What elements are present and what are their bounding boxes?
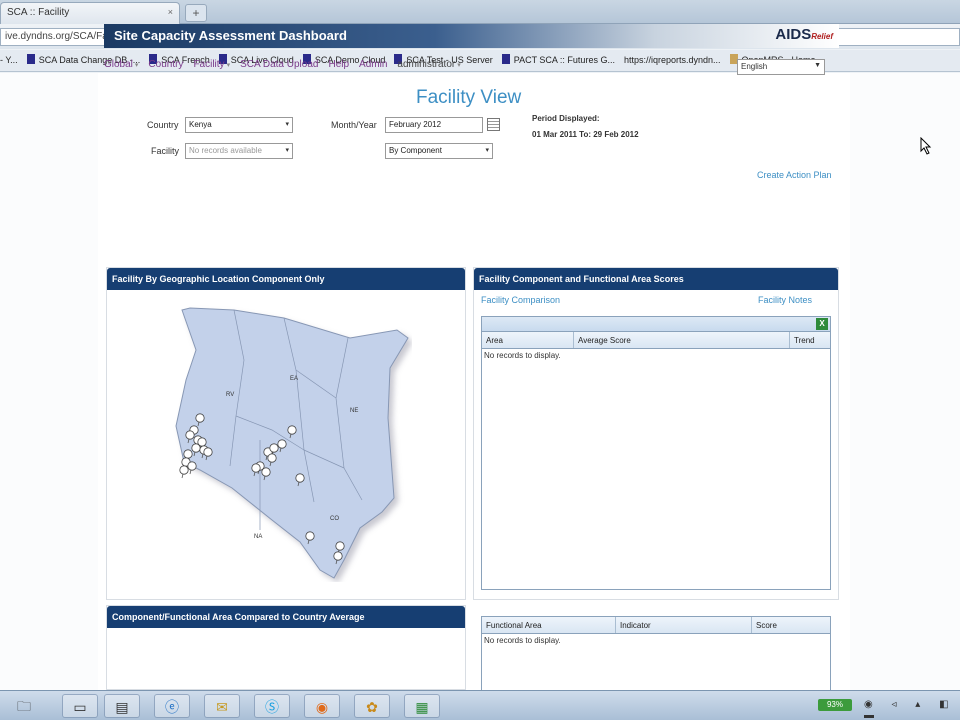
aidsrelief-logo: AIDSRelief [775,26,833,43]
bookmark-item[interactable]: - Y... [0,55,18,65]
month-year-label: Month/Year [331,120,377,130]
kenya-map: RV EA NE CO NA [175,307,409,579]
facility-notes-link[interactable]: Facility Notes [758,295,812,305]
nav-item-help[interactable]: Help [328,59,349,70]
system-tray-icons[interactable]: ◉ ◃ ▴ ◧ ▬ [864,699,960,720]
country-label: Country [147,120,179,130]
period-value: 01 Mar 2011 To: 29 Feb 2012 [532,130,639,139]
browser-tab-bar: SCA :: Facility × + [0,0,960,24]
facility-select[interactable]: No records available ▾ [185,143,293,159]
nav-item-facility[interactable]: Facility ▾ [193,59,230,70]
region-label: NE [350,408,358,414]
app-header: Site Capacity Assessment Dashboard AIDSR… [104,24,839,48]
nav-label: Country [148,59,184,70]
page-title: Facility View [416,87,522,108]
nav-label: administrator [397,59,456,70]
chevron-down-icon: ▾ [285,147,289,154]
nav-label: Global [104,59,133,70]
region-label: RV [226,392,234,398]
battery-indicator[interactable]: 93% [818,699,852,711]
create-action-plan-link[interactable]: Create Action Plan [757,170,832,180]
chevron-down-icon: ▾ [457,62,461,69]
column-header[interactable]: Score [752,617,830,633]
facility-label: Facility [151,146,180,156]
bookmark-label: - Y... [0,55,18,65]
facility-pin[interactable] [187,461,197,475]
flower-app-icon[interactable]: ✿ [354,694,390,718]
bookmark-icon [501,54,510,64]
column-header[interactable]: Average Score [574,332,790,348]
nav-label: Admin [359,59,388,70]
nav-item-country[interactable]: Country [148,59,183,70]
window-app-icon[interactable]: ▭ [62,694,98,718]
bookmark-icon [26,54,35,64]
language-select[interactable]: English ▼ [737,59,825,75]
excel-app-icon[interactable]: ▦ [404,694,440,718]
chevron-down-icon: ▾ [134,62,139,69]
main-nav: Global ▾ Country Facility ▾ SCA Data Upload He… [104,59,471,75]
nav-item-global[interactable]: Global ▾ [104,59,138,70]
nav-label: SCA Data Upload [240,59,319,70]
column-header[interactable]: Functional Area [482,617,616,633]
mouse-cursor-icon [920,137,932,155]
bookmark-label: https://iqreports.dyndn... [623,55,721,65]
kenya-outline [175,307,409,579]
nav-label: Help [328,59,350,70]
region-label: NA [254,534,262,540]
month-year-input[interactable]: February 2012 [385,117,483,133]
facility-pin[interactable] [179,465,189,479]
column-header[interactable]: Indicator [616,617,752,633]
empty-message: No records to display. [484,636,561,645]
bookmark-item[interactable]: https://iqreports.dyndn... [624,55,721,65]
indicator-grid-header: Functional Area Indicator Score [482,617,830,634]
chevron-down-icon: ▼ [814,62,821,69]
scores-grid: X Area Average Score Trend No records to… [481,316,831,590]
empty-message: No records to display. [484,351,561,360]
calendar-icon[interactable] [487,118,500,131]
close-tab-icon[interactable]: × [168,7,173,17]
country-select[interactable]: Kenya ▾ [185,117,293,133]
facility-comparison-link[interactable]: Facility Comparison [481,295,560,305]
internet-explorer-icon[interactable]: ⓔ [154,694,190,718]
scores-grid-header: Area Average Score Trend [482,332,830,349]
firefox-icon[interactable]: ◉ [304,694,340,718]
taskbar: 🗀 ▭ ▤ ⓔ ✉ Ⓢ ◉ ✿ ▦ 93% ◉ ◃ ▴ ◧ ▬ [0,690,960,720]
column-header[interactable]: Area [482,332,574,348]
excel-export-icon[interactable]: X [816,318,828,330]
region-label: CO [330,516,339,522]
indicator-grid: Functional Area Indicator Score No recor… [481,616,831,690]
scores-panel-title: Facility Component and Functional Area S… [474,268,838,290]
document-app-icon[interactable]: ▤ [104,694,140,718]
new-tab-button[interactable]: + [185,4,207,22]
app-title: Site Capacity Assessment Dashboard [114,28,347,43]
compare-panel: Component/Functional Area Compared to Co… [106,605,466,690]
app-icon[interactable]: ✉ [204,694,240,718]
language-value: English [741,62,768,71]
bookmark-item[interactable]: PACT SCA :: Futures G... [501,54,615,65]
nav-item-administrator[interactable]: administrator ▾ [397,59,460,70]
period-label: Period Displayed: [532,114,600,123]
browser-tab-title: SCA :: Facility [7,7,70,18]
column-header[interactable]: Trend [790,332,830,348]
bookmark-label: PACT SCA :: Futures G... [513,55,615,65]
folder-icon[interactable]: 🗀 [6,694,42,718]
nav-item-sca-data-upload[interactable]: SCA Data Upload [240,59,318,70]
browser-tab[interactable]: SCA :: Facility × [0,2,180,24]
grid-toolbar: X [482,317,830,332]
nav-item-admin[interactable]: Admin [359,59,387,70]
chevron-down-icon: ▾ [226,62,231,69]
nav-label: Facility [193,59,225,70]
skype-icon[interactable]: Ⓢ [254,694,290,718]
compare-panel-title: Component/Functional Area Compared to Co… [107,606,465,628]
chevron-down-icon: ▾ [485,147,489,154]
chevron-down-icon: ▾ [285,121,289,128]
component-select[interactable]: By Component ▾ [385,143,493,159]
region-label: EA [290,376,298,382]
